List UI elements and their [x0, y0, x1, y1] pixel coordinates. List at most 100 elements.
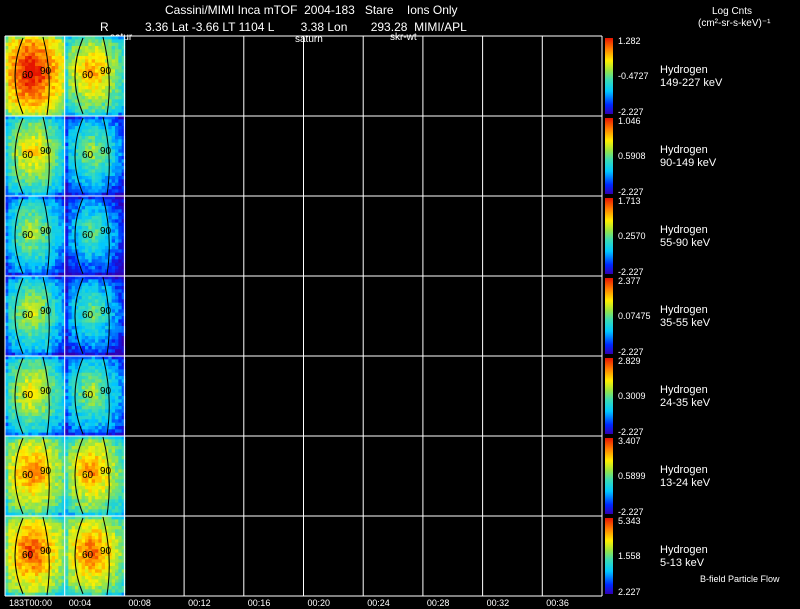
contour-label: 60 — [82, 310, 94, 321]
heatmap-cell — [105, 336, 109, 340]
heatmap-cell — [51, 402, 56, 407]
heatmap-cell — [58, 172, 62, 177]
heatmap-cell — [21, 162, 26, 167]
heatmap-cell — [25, 136, 29, 140]
heatmap-cell — [8, 222, 12, 227]
heatmap-cell — [28, 262, 32, 267]
heatmap-cell — [11, 259, 16, 263]
heatmap-cell — [48, 276, 52, 280]
heatmap-cell — [118, 122, 122, 127]
heatmap-cell — [55, 379, 59, 383]
heatmap-cell — [41, 52, 46, 57]
heatmap-image: 60 90 — [5, 116, 66, 197]
heatmap-cell — [31, 506, 36, 510]
heatmap-cell — [115, 212, 119, 217]
heatmap-cell — [11, 206, 16, 210]
heatmap-cell — [111, 409, 116, 413]
heatmap-cell — [21, 136, 26, 140]
heatmap-cell — [51, 396, 56, 400]
heatmap-cell — [118, 442, 122, 447]
heatmap-cell — [41, 99, 46, 103]
heatmap-cell — [38, 496, 42, 500]
heatmap-cell — [31, 62, 36, 67]
heatmap-cell — [41, 86, 46, 90]
heatmap-cell — [35, 366, 39, 370]
heatmap-cell — [95, 236, 99, 240]
heatmap-cell — [111, 136, 116, 140]
heatmap-cell — [65, 429, 69, 433]
heatmap-cell — [98, 356, 102, 360]
heatmap-cell — [18, 89, 22, 93]
heatmap-cell — [118, 252, 122, 257]
heatmap-cell — [101, 429, 106, 433]
heatmap-cell — [55, 422, 59, 427]
heatmap-cell — [25, 182, 29, 187]
heatmap-cell — [41, 176, 46, 180]
heatmap-cell — [111, 146, 116, 150]
heatmap-cell — [75, 109, 79, 113]
heatmap-cell — [101, 89, 106, 93]
heatmap-cell — [81, 139, 86, 143]
heatmap-cell — [51, 106, 56, 110]
heatmap-cell — [115, 466, 119, 470]
heatmap-cell — [91, 252, 96, 257]
heatmap-cell — [18, 329, 22, 333]
heatmap-cell — [88, 219, 92, 223]
heatmap-cell — [101, 336, 106, 340]
heatmap-cell — [118, 119, 122, 123]
heatmap-cell — [8, 79, 12, 83]
heatmap-cell — [98, 439, 102, 443]
heatmap-cell — [51, 426, 56, 430]
heatmap-cell — [35, 229, 39, 233]
heatmap-cell — [28, 332, 32, 337]
heatmap-cell — [88, 176, 92, 180]
heatmap-cell — [65, 106, 69, 110]
heatmap-cell — [38, 86, 42, 90]
heatmap-cell — [78, 459, 82, 463]
heatmap-cell — [111, 72, 116, 77]
heatmap-cell — [95, 402, 99, 407]
heatmap-cell — [11, 372, 16, 377]
heatmap-cell — [115, 236, 119, 240]
heatmap-cell — [71, 276, 76, 280]
heatmap-cell — [71, 426, 76, 430]
heatmap-cell — [68, 409, 72, 413]
heatmap-cell — [71, 342, 76, 347]
heatmap-cell — [51, 462, 56, 467]
heatmap-cell — [88, 372, 92, 377]
heatmap-cell — [71, 266, 76, 270]
heatmap-cell — [98, 299, 102, 303]
heatmap-image: 60 90 — [5, 196, 66, 277]
heatmap-cell — [68, 356, 72, 360]
heatmap-cell — [98, 442, 102, 447]
heatmap-cell — [115, 452, 119, 457]
heatmap-cell — [111, 299, 116, 303]
heatmap-cell — [38, 266, 42, 270]
heatmap-cell — [88, 446, 92, 450]
heatmap-cell — [38, 336, 42, 340]
heatmap-cell — [11, 142, 16, 147]
heatmap-cell — [35, 82, 39, 87]
heatmap-cell — [18, 86, 22, 90]
heatmap-cell — [81, 209, 86, 213]
heatmap-cell — [51, 439, 56, 443]
heatmap-cell — [55, 149, 59, 153]
heatmap-cell — [51, 336, 56, 340]
heatmap-cell — [88, 92, 92, 97]
heatmap-cell — [111, 212, 116, 217]
heatmap-cell — [65, 189, 69, 193]
heatmap-cell — [58, 142, 62, 147]
heatmap-cell — [15, 189, 19, 193]
heatmap-cell — [55, 482, 59, 487]
heatmap-cell — [78, 89, 82, 93]
heatmap-cell — [68, 382, 72, 387]
heatmap-cell — [95, 349, 99, 353]
heatmap-cell — [68, 452, 72, 457]
heatmap-cell — [78, 302, 82, 307]
heatmap-cell — [35, 332, 39, 337]
heatmap-cell — [78, 276, 82, 280]
heatmap-cell — [111, 466, 116, 470]
heatmap-cell — [25, 109, 29, 113]
heatmap-cell — [38, 332, 42, 337]
heatmap-cell — [71, 106, 76, 110]
